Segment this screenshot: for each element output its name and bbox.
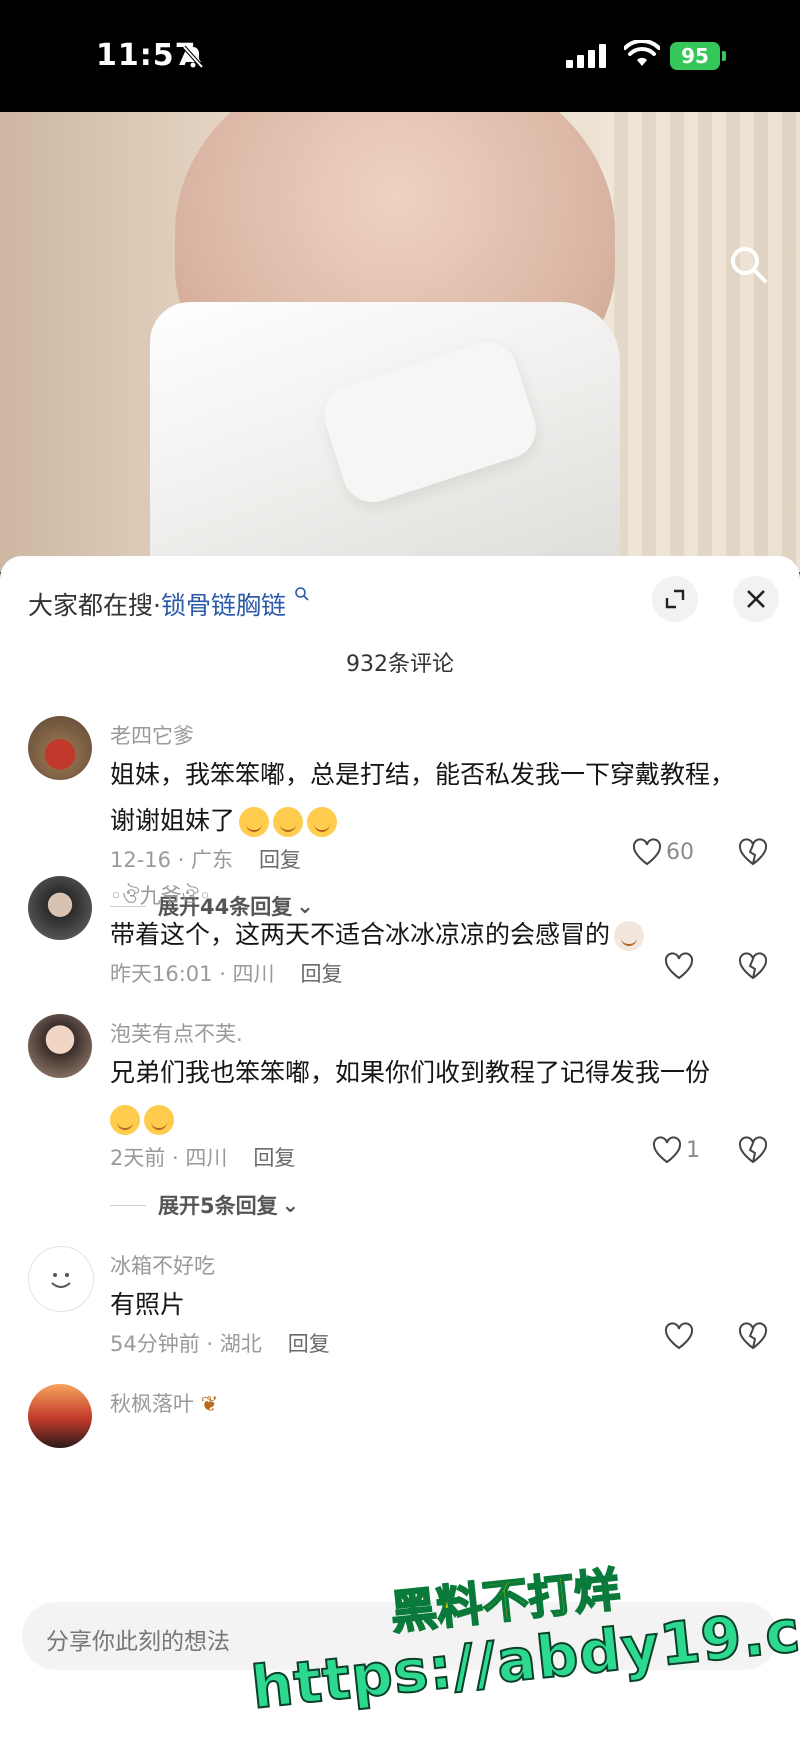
like-button[interactable]: 1 xyxy=(652,1136,700,1164)
comment-time-location: 54分钟前 · 湖北 xyxy=(110,1332,262,1356)
leaf-emoji-icon: ❦ xyxy=(194,1392,219,1416)
divider xyxy=(110,1204,146,1206)
reply-button[interactable]: 回复 xyxy=(253,1146,295,1170)
comment-meta: 12-16 · 广东 回复 xyxy=(110,844,301,874)
comment-body: 有照片 xyxy=(110,1290,186,1319)
avatar[interactable] xyxy=(28,1014,92,1078)
broken-heart-icon[interactable] xyxy=(738,1136,768,1164)
comment-text: 姐妹，我笨笨嘟，总是打结，能否私发我一下穿戴教程，谢谢姐妹了 xyxy=(110,752,750,844)
like-button[interactable]: 60 xyxy=(632,838,694,866)
broken-heart-icon[interactable] xyxy=(738,1322,768,1350)
comment-time-location: 昨天16:01 · 四川 xyxy=(110,962,275,986)
cat-emoji-icon xyxy=(614,921,645,951)
comment-username[interactable]: 冰箱不好吃 xyxy=(110,1250,215,1280)
expand-button[interactable] xyxy=(652,576,698,622)
comment-meta: 昨天16:01 · 四川 回复 xyxy=(110,958,343,988)
close-icon xyxy=(747,590,765,608)
heart-icon xyxy=(664,1322,694,1350)
small-search-icon xyxy=(295,587,309,601)
comment-username[interactable]: ◦ঔ九爷ঔ◦ xyxy=(110,880,211,915)
chevron-down-icon: ⌄ xyxy=(281,1193,300,1217)
close-button[interactable] xyxy=(733,576,779,622)
battery-tip xyxy=(722,51,726,61)
like-count: 60 xyxy=(666,839,694,865)
reply-button[interactable]: 回复 xyxy=(301,962,343,986)
heart-icon xyxy=(664,952,694,980)
comment-body: 兄弟们我也笨笨嘟，如果你们收到教程了记得发我一份 xyxy=(110,1058,711,1087)
comment-username[interactable]: 老四它爹 xyxy=(110,720,194,750)
comment-count: 932条评论 xyxy=(346,652,454,677)
pleading-emoji-icon xyxy=(110,1105,140,1135)
video-preview[interactable] xyxy=(0,112,800,572)
cellular-signal-icon xyxy=(566,44,610,72)
comment-sheet: 大家都在搜·锁骨链胸链 932条评论 老四它爹 姐妹，我笨笨嘟，总是打结，能否私… xyxy=(0,556,800,1739)
reply-button[interactable]: 回复 xyxy=(288,1332,330,1356)
expand-replies-label: 展开5条回复 xyxy=(158,1194,278,1218)
mute-bell-icon xyxy=(180,44,206,74)
like-button[interactable] xyxy=(664,952,694,980)
hug-emoji-icon xyxy=(273,807,304,837)
status-bar: 11:57 95 xyxy=(0,0,800,112)
comment-username-text: 秋枫落叶 xyxy=(110,1392,194,1416)
avatar[interactable] xyxy=(28,716,92,780)
search-icon[interactable] xyxy=(726,242,770,286)
like-count: 1 xyxy=(686,1137,700,1163)
comment-username[interactable]: 泡芙有点不芙. xyxy=(110,1018,243,1048)
comment-time-location: 12-16 · 广东 xyxy=(110,848,234,872)
comment-input-placeholder: 分享你此刻的想法 xyxy=(46,1629,230,1655)
comment-meta: 54分钟前 · 湖北 回复 xyxy=(110,1328,330,1358)
hug-emoji-icon xyxy=(239,807,270,837)
broken-heart-icon[interactable] xyxy=(738,952,768,980)
heart-icon xyxy=(652,1136,682,1164)
trending-search[interactable]: 大家都在搜·锁骨链胸链 xyxy=(28,586,310,622)
expand-icon xyxy=(665,589,685,609)
comment-time-location: 2天前 · 四川 xyxy=(110,1146,228,1170)
avatar[interactable] xyxy=(28,1246,94,1312)
comment-username[interactable]: 秋枫落叶 ❦ xyxy=(110,1388,218,1418)
comment-meta: 2天前 · 四川 回复 xyxy=(110,1142,295,1172)
broken-heart-icon[interactable] xyxy=(738,838,768,866)
expand-replies[interactable]: 展开5条回复 ⌄ xyxy=(110,1190,299,1220)
wifi-icon xyxy=(623,38,661,72)
trending-keyword[interactable]: 锁骨链胸链 xyxy=(161,591,286,620)
hug-emoji-icon xyxy=(307,807,338,837)
comment-text: 兄弟们我也笨笨嘟，如果你们收到教程了记得发我一份 xyxy=(110,1050,750,1142)
reply-button[interactable]: 回复 xyxy=(259,848,301,872)
trending-prefix: 大家都在搜· xyxy=(28,591,161,620)
like-button[interactable] xyxy=(664,1322,694,1350)
battery-level: 95 xyxy=(670,42,720,70)
smiley-icon xyxy=(51,1273,71,1288)
heart-icon xyxy=(632,838,662,866)
comment-text: 带着这个，这两天不适合冰冰凉凉的会感冒的 xyxy=(110,912,750,958)
curtain-background xyxy=(600,112,800,572)
avatar[interactable] xyxy=(28,1384,92,1448)
avatar[interactable] xyxy=(28,876,92,940)
comment-text: 有照片 xyxy=(110,1282,750,1328)
comment-body: 姐妹，我笨笨嘟，总是打结，能否私发我一下穿戴教程，谢谢姐妹了 xyxy=(110,760,736,835)
comment-body: 带着这个，这两天不适合冰冰凉凉的会感冒的 xyxy=(110,920,611,949)
pleading-emoji-icon xyxy=(144,1105,174,1135)
